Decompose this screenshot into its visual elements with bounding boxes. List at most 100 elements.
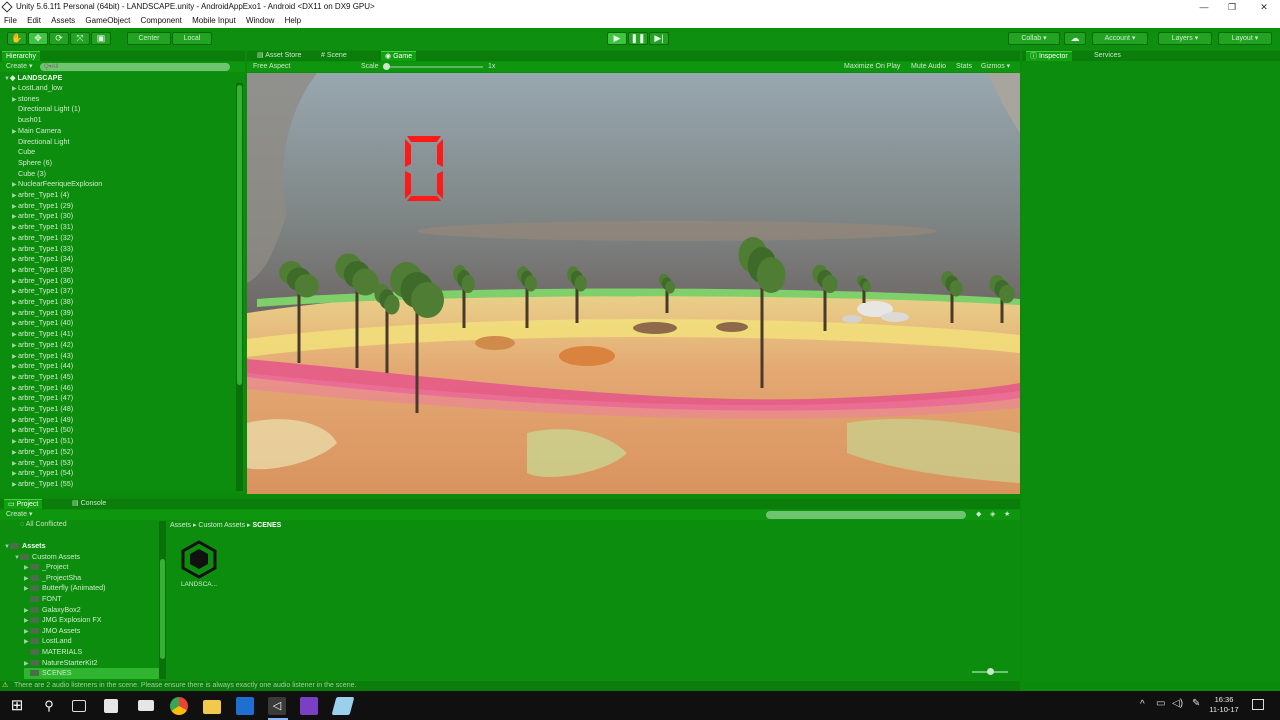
hierarchy-item[interactable]: ▶arbre_Type1 (50) <box>12 425 73 436</box>
chrome-icon[interactable] <box>170 697 188 715</box>
tab-hierarchy[interactable]: Hierarchy <box>2 51 40 61</box>
rect-tool-button[interactable]: ▣ <box>91 32 111 45</box>
volume-icon[interactable]: ◁) <box>1172 698 1183 709</box>
hierarchy-item[interactable]: Directional Light (1) <box>12 104 80 115</box>
menu-gameobject[interactable]: GameObject <box>81 14 134 28</box>
pen-icon[interactable]: ✎ <box>1192 698 1200 709</box>
minimize-button[interactable]: — <box>1190 0 1218 14</box>
folder-item[interactable]: MATERIALS <box>24 647 82 658</box>
hierarchy-item[interactable]: ▶arbre_Type1 (32) <box>12 233 73 244</box>
hierarchy-item[interactable]: Sphere (6) <box>12 158 52 169</box>
hierarchy-item[interactable]: ▶arbre_Type1 (38) <box>12 297 73 308</box>
game-view[interactable]: 0 <box>247 73 1020 494</box>
mail-icon[interactable] <box>138 700 154 711</box>
task-view-icon[interactable] <box>72 700 86 712</box>
visual-studio-icon[interactable] <box>300 697 318 715</box>
tab-asset-store[interactable]: ▤ Asset Store <box>253 51 305 61</box>
menu-edit[interactable]: Edit <box>23 14 45 28</box>
folder-item[interactable]: ▶ JMO Assets <box>24 626 80 637</box>
account-dropdown[interactable]: Account ▾ <box>1092 32 1148 45</box>
tab-inspector[interactable]: ⓘ Inspector <box>1026 51 1072 61</box>
clock[interactable]: 16:36 11-10-17 <box>1205 695 1243 715</box>
label-icon[interactable]: ◈ <box>990 510 995 520</box>
scale-slider-handle[interactable] <box>383 63 390 70</box>
notifications-icon[interactable] <box>1252 699 1264 710</box>
hierarchy-item[interactable]: ▶NuclearFeeriqueExplosion <box>12 179 102 190</box>
tray-arrow-icon[interactable]: ^ <box>1140 699 1145 710</box>
stats-toggle[interactable]: Stats <box>956 62 972 72</box>
project-tree-scroll-thumb[interactable] <box>160 559 165 659</box>
breadcrumb-assets[interactable]: Assets <box>170 522 191 529</box>
folder-item-selected[interactable]: SCENES <box>24 668 159 679</box>
hierarchy-search-input[interactable] <box>40 63 230 71</box>
maximize-on-play-toggle[interactable]: Maximize On Play <box>844 62 900 72</box>
folder-item[interactable]: ▼ Assets <box>4 541 46 552</box>
breadcrumb-custom-assets[interactable]: Custom Assets <box>198 522 245 529</box>
menu-component[interactable]: Component <box>137 14 186 28</box>
menu-file[interactable]: File <box>0 14 21 28</box>
menu-help[interactable]: Help <box>281 14 305 28</box>
star-icon[interactable]: ★ <box>1004 510 1010 520</box>
hierarchy-item[interactable]: ▶arbre_Type1 (33) <box>12 244 73 255</box>
hierarchy-item[interactable]: ▶arbre_Type1 (45) <box>12 372 73 383</box>
hierarchy-item[interactable]: ▶arbre_Type1 (47) <box>12 393 73 404</box>
hierarchy-item[interactable]: ▶arbre_Type1 (34) <box>12 254 73 265</box>
hierarchy-item[interactable]: ▶arbre_Type1 (4) <box>12 190 69 201</box>
store-icon[interactable] <box>104 699 118 713</box>
hierarchy-item[interactable]: ▶arbre_Type1 (30) <box>12 211 73 222</box>
folder-item[interactable]: ▶ _Project <box>24 562 68 573</box>
rotate-tool-button[interactable]: ⟳ <box>49 32 69 45</box>
project-create-button[interactable]: Create ▾ <box>6 510 32 520</box>
hierarchy-item[interactable]: ▶arbre_Type1 (46) <box>12 383 73 394</box>
asset-item[interactable]: LANDSCA... <box>176 539 222 588</box>
collab-button[interactable]: Collab ▾ <box>1008 32 1060 45</box>
hierarchy-item[interactable]: ▶arbre_Type1 (52) <box>12 447 73 458</box>
hand-tool-button[interactable]: ✋ <box>7 32 27 45</box>
hierarchy-item[interactable]: Cube (3) <box>12 169 46 180</box>
tab-scene[interactable]: # Scene <box>317 51 351 61</box>
folder-item[interactable]: FONT <box>24 594 62 605</box>
notepad-icon[interactable] <box>331 697 355 715</box>
hierarchy-item[interactable]: ▶stones <box>12 94 39 105</box>
folder-item[interactable]: ▶ NatureStarterKit2 <box>24 658 98 669</box>
step-button[interactable]: ▶| <box>649 32 669 45</box>
project-search-input[interactable] <box>766 511 966 519</box>
menu-assets[interactable]: Assets <box>47 14 79 28</box>
hierarchy-item[interactable]: ▶arbre_Type1 (48) <box>12 404 73 415</box>
folder-item[interactable]: ▶ JMG Explosion FX <box>24 615 102 626</box>
pivot-mode-button[interactable]: Center <box>127 32 171 45</box>
layout-dropdown[interactable]: Layout ▾ <box>1218 32 1272 45</box>
hierarchy-item[interactable]: ▶arbre_Type1 (37) <box>12 286 73 297</box>
pivot-space-button[interactable]: Local <box>172 32 212 45</box>
hierarchy-item[interactable]: ▶arbre_Type1 (51) <box>12 436 73 447</box>
folder-item[interactable]: ▼ Custom Assets <box>14 552 80 563</box>
hierarchy-item[interactable]: ▶arbre_Type1 (44) <box>12 361 73 372</box>
hierarchy-item[interactable]: ▶arbre_Type1 (42) <box>12 340 73 351</box>
hierarchy-item[interactable]: ▶LostLand_low <box>12 83 62 94</box>
hierarchy-create-button[interactable]: Create ▾ <box>6 62 32 72</box>
hierarchy-item[interactable]: ▶arbre_Type1 (40) <box>12 318 73 329</box>
file-explorer-icon[interactable] <box>203 700 221 714</box>
play-button[interactable]: ▶ <box>607 32 627 45</box>
scale-slider[interactable] <box>383 63 483 70</box>
network-icon[interactable]: ▭ <box>1156 698 1165 709</box>
hierarchy-item[interactable]: ▶arbre_Type1 (43) <box>12 351 73 362</box>
cloud-button[interactable]: ☁ <box>1064 32 1086 45</box>
scale-tool-button[interactable]: ⤧ <box>70 32 90 45</box>
windows-start-icon[interactable]: ⊞ <box>8 697 26 715</box>
icon-size-slider[interactable] <box>972 668 1008 675</box>
tab-services[interactable]: Services <box>1090 51 1125 61</box>
status-message[interactable]: There are 2 audio listeners in the scene… <box>14 681 356 691</box>
hierarchy-item[interactable]: ▶arbre_Type1 (39) <box>12 308 73 319</box>
hierarchy-item[interactable]: ▶arbre_Type1 (54) <box>12 468 73 479</box>
unity-taskbar-icon[interactable]: ◁ <box>268 697 286 715</box>
outlook-icon[interactable] <box>236 697 254 715</box>
hierarchy-item[interactable]: ▶arbre_Type1 (53) <box>12 458 73 469</box>
hierarchy-item[interactable]: bush01 <box>12 115 42 126</box>
hierarchy-item[interactable]: ▶arbre_Type1 (41) <box>12 329 73 340</box>
project-tree-scrollbar[interactable] <box>159 521 166 679</box>
tab-project[interactable]: ▭ Project <box>4 499 43 509</box>
mute-audio-toggle[interactable]: Mute Audio <box>911 62 946 72</box>
hierarchy-item[interactable]: Directional Light <box>12 137 70 148</box>
all-conflicted-filter[interactable]: ◌ All Conflicted <box>20 521 67 528</box>
